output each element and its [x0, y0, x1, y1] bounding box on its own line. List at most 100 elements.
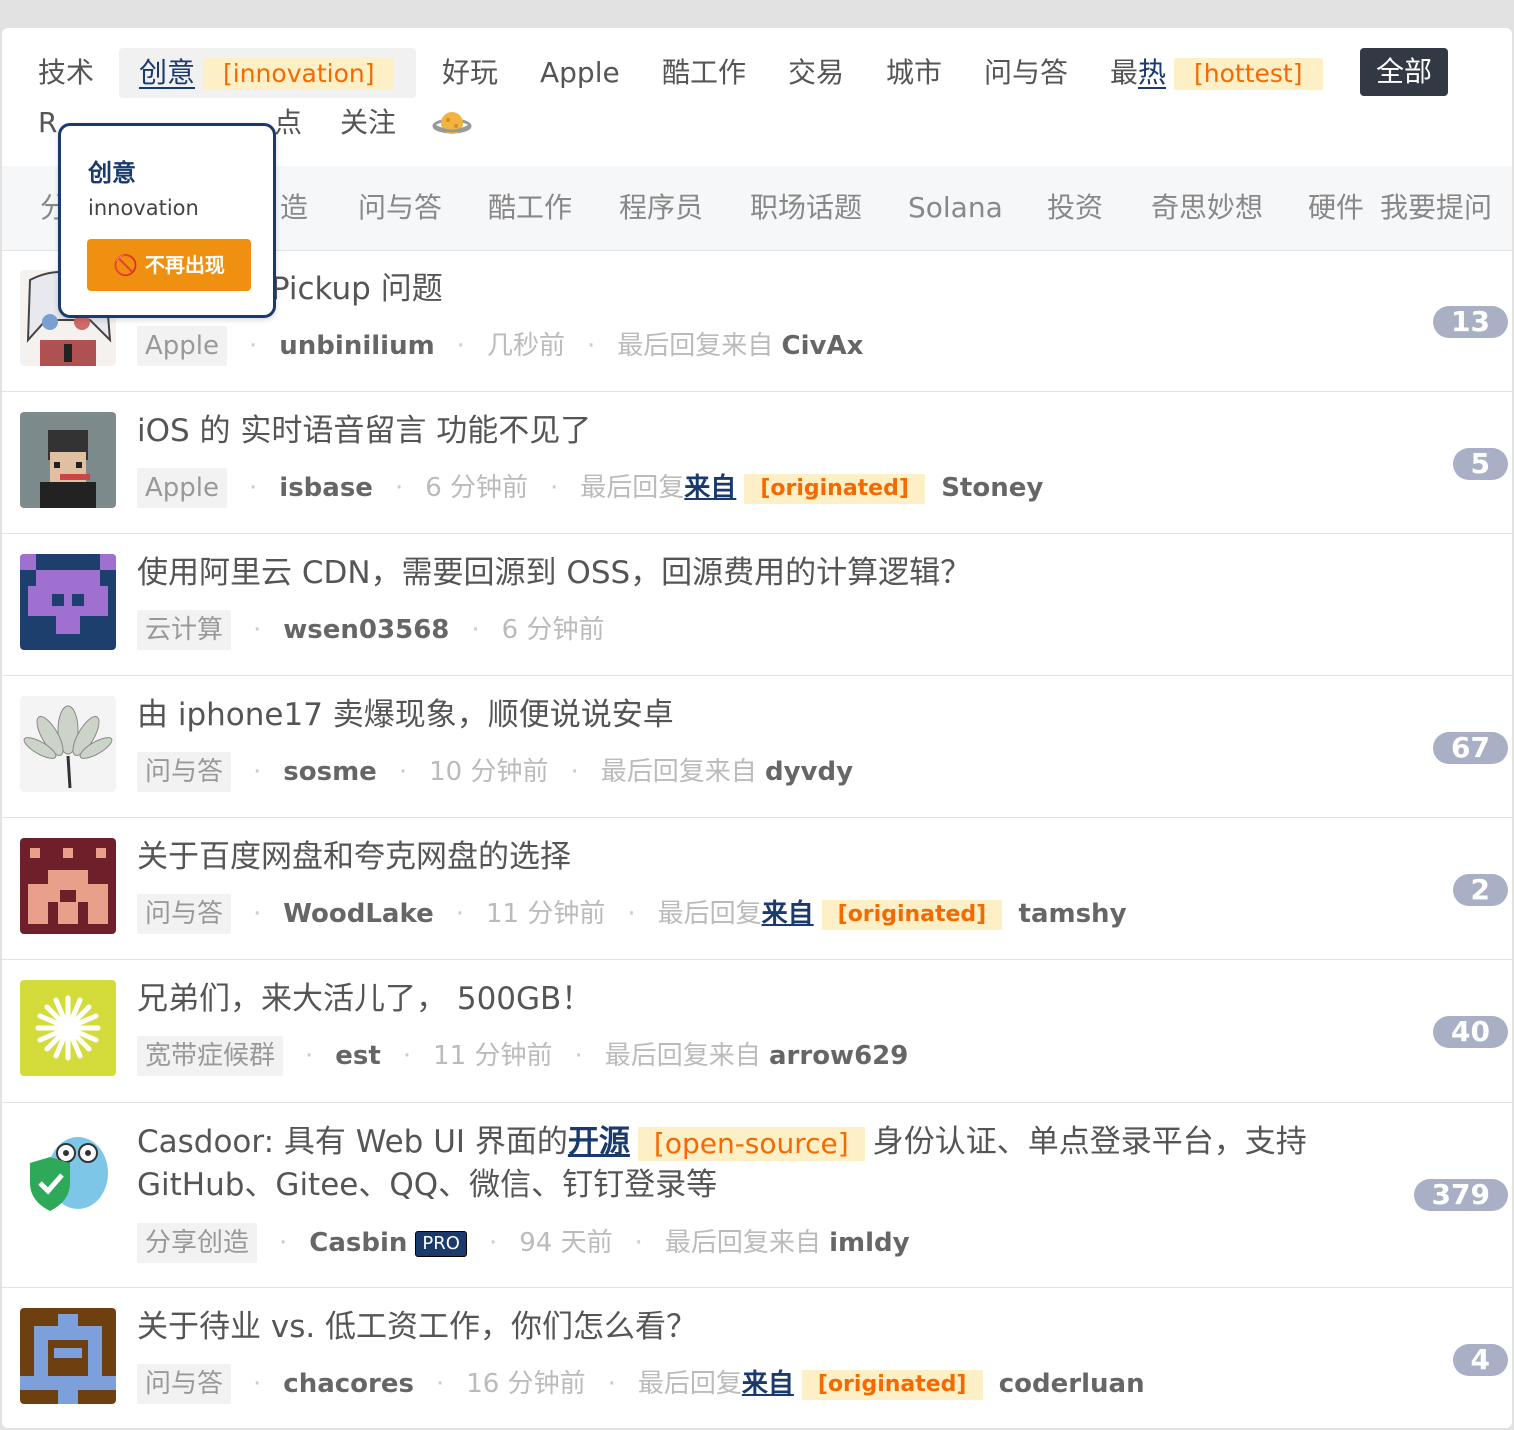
separator: · — [253, 899, 262, 929]
topic-title[interactable]: 兄弟们，来大活儿了， 500GB！ — [137, 978, 1372, 1021]
separator: · — [586, 331, 596, 361]
topic-author[interactable]: isbase — [279, 473, 373, 503]
last-reply-user[interactable]: imldy — [829, 1228, 909, 1258]
node-programmer[interactable]: 程序员 — [619, 166, 703, 250]
tab-creative[interactable]: 创意 [innovation] — [119, 48, 416, 98]
topic-title[interactable]: iOS 的 实时语音留言 功能不见了 — [137, 410, 1372, 453]
topic-node[interactable]: 问与答 — [137, 1364, 232, 1404]
avatar[interactable] — [20, 696, 116, 792]
last-reply-user[interactable]: CivAx — [782, 331, 864, 361]
node-solana[interactable]: Solana — [908, 166, 1003, 250]
term-popup: 创意 innovation 🚫 不再出现 — [58, 123, 276, 318]
avatar[interactable] — [20, 554, 116, 650]
tab-play[interactable]: 好玩 — [442, 48, 498, 98]
separator: · — [249, 473, 258, 503]
separator: · — [627, 899, 636, 929]
topic-title-post[interactable]: 身份认证、单点登录平台，支持 — [873, 1124, 1307, 1160]
avatar[interactable] — [20, 412, 116, 508]
topic-node[interactable]: 问与答 — [137, 752, 232, 792]
topic-time: 10 分钟前 — [429, 757, 549, 787]
avatar[interactable] — [20, 838, 116, 934]
last-reply-user[interactable]: arrow629 — [769, 1041, 908, 1071]
tab-apple[interactable]: Apple — [540, 48, 620, 98]
open-source-link[interactable]: 开源 — [568, 1124, 630, 1160]
topic-node[interactable]: 问与答 — [137, 894, 232, 934]
topic-node[interactable]: 宽带症候群 — [137, 1036, 284, 1076]
topic-author[interactable]: chacores — [283, 1369, 414, 1399]
originated-tag: [originated] — [821, 899, 1003, 930]
last-reply-user[interactable]: tamshy — [1019, 899, 1127, 929]
topic-author[interactable]: unbinilium — [279, 331, 434, 361]
tab-r[interactable]: R — [38, 98, 57, 148]
node-ask[interactable]: 我要提问 — [1380, 166, 1492, 250]
reply-count[interactable]: 67 — [1433, 732, 1508, 764]
topic-author[interactable]: WoodLake — [283, 899, 433, 929]
tab-all[interactable]: 全部 — [1360, 48, 1449, 96]
topic-title-pre[interactable]: Casdoor: 具有 Web UI 界面的 — [137, 1124, 568, 1160]
node-jobs[interactable]: 酷工作 — [488, 166, 572, 250]
from-link[interactable]: 来自 — [762, 899, 814, 929]
reply-count[interactable]: 2 — [1452, 874, 1508, 906]
separator: · — [398, 757, 408, 787]
last-reply-label: 最后回复 — [580, 473, 685, 503]
node-career[interactable]: 职场话题 — [750, 166, 862, 250]
node-hardware[interactable]: 硬件 — [1308, 166, 1364, 250]
reply-count[interactable]: 40 — [1433, 1016, 1508, 1048]
topic-title[interactable]: 使用阿里云 CDN，需要回源到 OSS，回源费用的计算逻辑？ — [137, 552, 1372, 595]
topic-title[interactable]: Casdoor: 具有 Web UI 界面的开源 [open-source] 身份认… — [137, 1121, 1372, 1164]
avatar[interactable] — [20, 1308, 116, 1404]
from-link[interactable]: 来自 — [742, 1369, 794, 1399]
no-entry-icon: 🚫 — [113, 253, 138, 277]
topic-node[interactable]: 云计算 — [137, 610, 232, 650]
last-reply-label: 最后回复来自 — [664, 1228, 821, 1258]
topic-title[interactable]: 香港官网 Pickup 问题 — [137, 268, 1372, 311]
dismiss-button[interactable]: 🚫 不再出现 — [87, 239, 251, 291]
separator: · — [607, 1369, 616, 1399]
topic-node[interactable]: Apple — [137, 326, 228, 366]
last-reply-label: 最后回复来自 — [600, 757, 757, 787]
separator: · — [253, 615, 262, 645]
tab-hot[interactable]: 最热 [hottest] — [1110, 48, 1323, 98]
topic-meta: Apple · isbase · 6 分钟前 · 最后回复来自 [originated] St… — [137, 468, 1043, 508]
node-qna[interactable]: 问与答 — [358, 166, 442, 250]
separator: · — [249, 331, 258, 361]
topic-time: 94 天前 — [519, 1228, 613, 1258]
tab-tech[interactable]: 技术 — [38, 48, 94, 98]
tab-hot-link[interactable]: 热 — [1138, 56, 1166, 89]
topic-title-line2[interactable]: GitHub、Gitee、QQ、微信、钉钉登录等 — [137, 1164, 1372, 1207]
topic-node[interactable]: 分享创造 — [137, 1223, 258, 1263]
tab-hotspot[interactable]: 点 — [274, 98, 302, 148]
tab-follow[interactable]: 关注 — [340, 98, 396, 148]
topic-title[interactable]: 关于百度网盘和夸克网盘的选择 — [137, 836, 1372, 879]
node-invest[interactable]: 投资 — [1047, 166, 1103, 250]
avatar[interactable] — [20, 1123, 116, 1219]
planet-icon[interactable] — [432, 108, 472, 158]
last-reply-user[interactable]: coderluan — [999, 1369, 1145, 1399]
separator: · — [455, 899, 464, 929]
topic-title[interactable]: 关于待业 vs. 低工资工作，你们怎么看？ — [137, 1306, 1372, 1349]
topic-author[interactable]: wsen03568 — [283, 615, 449, 645]
last-reply-user[interactable]: dyvdy — [765, 757, 853, 787]
last-reply-user[interactable]: Stoney — [941, 473, 1043, 503]
tab-jobs[interactable]: 酷工作 — [662, 48, 746, 98]
topic-item: 关于待业 vs. 低工资工作，你们怎么看？ 问与答 · chacores · 16 分钟… — [2, 1288, 1512, 1428]
topic-author[interactable]: est — [335, 1041, 381, 1071]
tab-deals[interactable]: 交易 — [788, 48, 844, 98]
reply-count[interactable]: 4 — [1452, 1344, 1508, 1376]
topic-title[interactable]: 由 iphone17 卖爆现象，顺便说说安卓 — [137, 694, 1372, 737]
separator: · — [253, 1369, 262, 1399]
tab-qna[interactable]: 问与答 — [984, 48, 1068, 98]
avatar[interactable] — [20, 980, 116, 1076]
tab-city[interactable]: 城市 — [886, 48, 942, 98]
reply-count[interactable]: 13 — [1433, 306, 1508, 338]
tab-creative-label[interactable]: 创意 — [139, 56, 195, 89]
popup-subtitle: innovation — [88, 196, 199, 220]
topic-author[interactable]: Casbin — [309, 1228, 407, 1258]
node-ideas[interactable]: 奇思妙想 — [1151, 166, 1263, 250]
topic-node[interactable]: Apple — [137, 468, 228, 508]
from-link[interactable]: 来自 — [684, 473, 736, 503]
node-create[interactable]: 造 — [280, 166, 308, 250]
reply-count[interactable]: 5 — [1452, 448, 1508, 480]
topic-author[interactable]: sosme — [283, 757, 377, 787]
reply-count[interactable]: 379 — [1413, 1179, 1508, 1211]
